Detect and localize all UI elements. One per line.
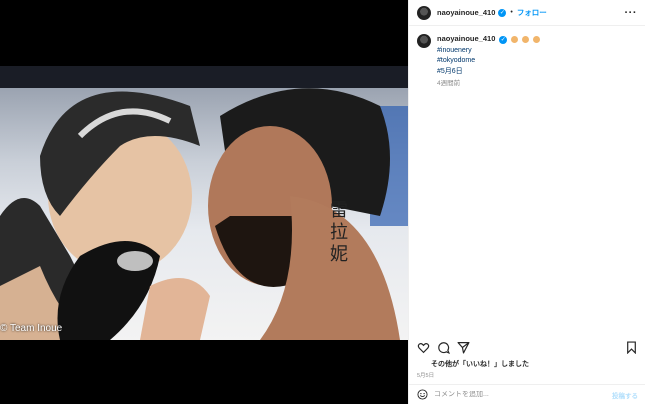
- share-icon[interactable]: [457, 341, 470, 354]
- post-media-pane: 雷 拉 妮 © Team Inoue: [0, 0, 408, 404]
- post-comment-button[interactable]: 投稿する: [612, 390, 638, 400]
- post-photo[interactable]: 雷 拉 妮 © Team Inoue: [0, 66, 408, 340]
- photo-credit: © Team Inoue: [0, 323, 63, 334]
- more-horizontal-icon[interactable]: ···: [625, 7, 638, 18]
- emoji-smile-icon[interactable]: [417, 389, 428, 400]
- svg-text:拉: 拉: [330, 222, 348, 243]
- caption-body: naoyainoue_410 ✓ #inouenery #tokyodome #…: [437, 34, 541, 90]
- post-caption: naoyainoue_410 ✓ #inouenery #tokyodome #…: [409, 26, 645, 90]
- caption-time: 4週間前: [437, 80, 461, 87]
- heart-icon[interactable]: [417, 341, 430, 354]
- bookmark-icon[interactable]: [625, 340, 638, 354]
- fire-emoji-icon: [511, 35, 519, 43]
- comment-icon[interactable]: [437, 341, 450, 354]
- avatar[interactable]: [417, 5, 431, 20]
- post-header: naoyainoue_410 ✓ • フォロー ···: [409, 0, 645, 26]
- post-date: 5月5日: [417, 373, 435, 379]
- comment-bar: 投稿する: [409, 384, 645, 404]
- caption-username[interactable]: naoyainoue_410: [437, 34, 495, 43]
- caption-verified-icon: ✓: [499, 36, 508, 44]
- comment-input[interactable]: [434, 391, 594, 398]
- likes-text[interactable]: その他が「いいね！」しました: [431, 359, 529, 369]
- hashtag-link[interactable]: #tokyodome: [437, 56, 540, 67]
- caption-avatar[interactable]: [417, 34, 431, 48]
- fire-emoji-icon: [522, 35, 530, 43]
- svg-text:妮: 妮: [330, 244, 348, 265]
- verified-badge-icon: ✓: [498, 8, 507, 17]
- hashtag-link[interactable]: #5月6日: [437, 67, 540, 78]
- post-actions: [409, 338, 645, 356]
- header-separator: •: [510, 9, 513, 16]
- post-side-panel: naoyainoue_410 ✓ • フォロー ··· naoyainoue_4…: [408, 0, 645, 404]
- follow-button[interactable]: フォロー: [517, 7, 547, 18]
- photo-illustration: 雷 拉 妮: [0, 88, 400, 340]
- fire-emoji-icon: [533, 35, 541, 43]
- svg-text:雷: 雷: [330, 200, 348, 221]
- header-username[interactable]: naoyainoue_410: [437, 8, 495, 17]
- hashtag-link[interactable]: #inouenery: [437, 46, 540, 57]
